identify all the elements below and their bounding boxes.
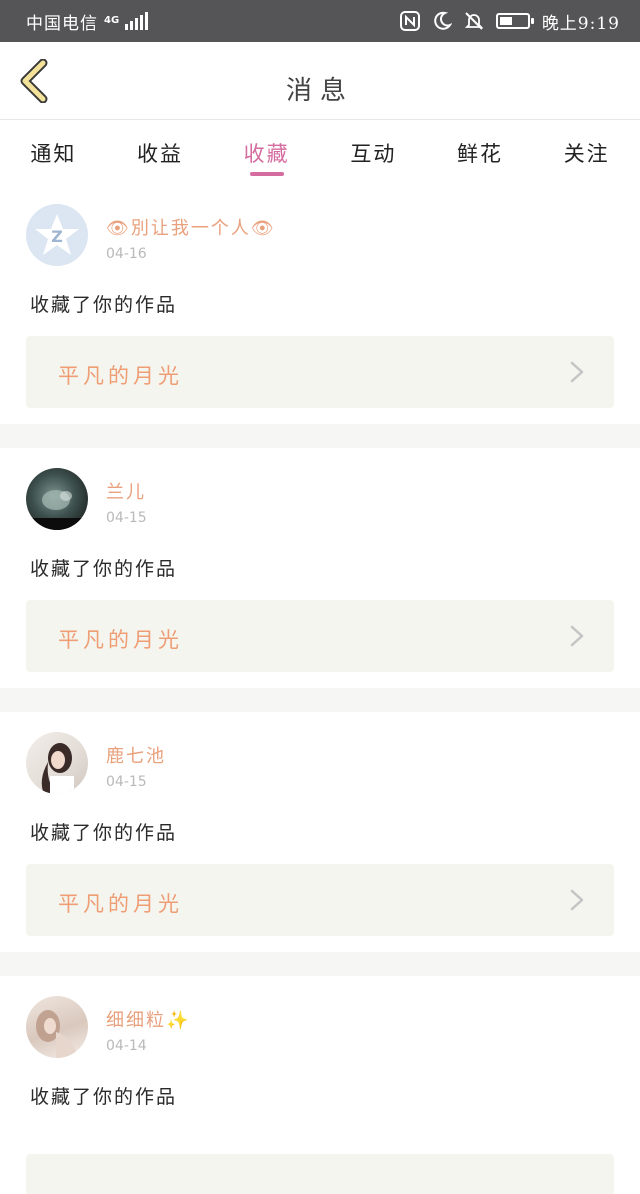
tab-bar: 通知 收益 收藏 互动 鲜花 关注 bbox=[0, 122, 640, 182]
work-link[interactable]: 平凡的月光 bbox=[26, 600, 614, 672]
header: 消息 bbox=[0, 42, 640, 120]
tab-label: 鲜花 bbox=[457, 142, 504, 166]
action-text: 收藏了你的作品 bbox=[30, 1086, 178, 1108]
chevron-right-icon bbox=[570, 889, 584, 911]
divider bbox=[0, 688, 640, 712]
carrier-label: 中国电信 bbox=[26, 13, 98, 34]
divider bbox=[0, 952, 640, 976]
avatar[interactable] bbox=[26, 996, 88, 1058]
divider bbox=[0, 424, 640, 448]
network-type: 4G bbox=[104, 15, 120, 26]
timestamp: 04-14 bbox=[106, 1038, 147, 1054]
tab-favorites[interactable]: 收藏 bbox=[213, 122, 320, 182]
status-bar: 中国电信 4G 晚上9:19 bbox=[0, 0, 640, 42]
tab-earnings[interactable]: 收益 bbox=[107, 122, 214, 182]
avatar[interactable] bbox=[26, 468, 88, 530]
active-tab-indicator bbox=[249, 172, 284, 176]
work-title: 平凡的月光 bbox=[58, 364, 183, 388]
tab-interactions[interactable]: 互动 bbox=[320, 122, 427, 182]
message-card: 鹿七池 04-15 收藏了你的作品 平凡的月光 bbox=[0, 712, 640, 952]
tab-label: 收益 bbox=[137, 142, 183, 166]
tab-following[interactable]: 关注 bbox=[533, 122, 640, 182]
chevron-right-icon bbox=[570, 361, 584, 383]
message-card: 细细粒✨ 04-14 收藏了你的作品 bbox=[0, 976, 640, 1194]
clock: 晚上9:19 bbox=[541, 13, 620, 34]
moon-icon bbox=[434, 11, 452, 30]
action-text: 收藏了你的作品 bbox=[30, 558, 178, 580]
tab-notifications[interactable]: 通知 bbox=[0, 122, 107, 182]
chevron-right-icon bbox=[570, 625, 584, 647]
work-title: 平凡的月光 bbox=[58, 892, 183, 916]
photo-avatar-icon bbox=[41, 743, 74, 794]
avatar[interactable] bbox=[26, 732, 88, 794]
action-text: 收藏了你的作品 bbox=[30, 822, 178, 844]
qq-default-avatar-icon: Z bbox=[26, 204, 88, 266]
timestamp: 04-15 bbox=[106, 774, 147, 790]
avatar[interactable]: Z bbox=[26, 204, 88, 266]
message-card: Z 👁別让我一个人👁 04-16 收藏了你的作品 平凡的月光 bbox=[0, 184, 640, 424]
username[interactable]: 兰儿 bbox=[106, 478, 146, 504]
tab-label: 互动 bbox=[350, 142, 397, 166]
photo-avatar-icon bbox=[26, 490, 88, 530]
nfc-icon bbox=[399, 11, 420, 31]
username[interactable]: 细细粒✨ bbox=[106, 1006, 190, 1032]
page-title: 消息 bbox=[285, 76, 354, 106]
svg-text:Z: Z bbox=[51, 227, 63, 246]
tab-label: 通知 bbox=[30, 142, 77, 166]
bell-off-icon bbox=[464, 12, 483, 30]
work-link[interactable]: 平凡的月光 bbox=[26, 336, 614, 408]
battery-icon bbox=[495, 13, 534, 29]
tab-label: 关注 bbox=[563, 142, 610, 166]
message-list: Z 👁別让我一个人👁 04-16 收藏了你的作品 平凡的月光 兰儿 04-15 … bbox=[0, 184, 640, 1194]
timestamp: 04-15 bbox=[106, 510, 147, 526]
message-card: 兰儿 04-15 收藏了你的作品 平凡的月光 bbox=[0, 448, 640, 688]
timestamp: 04-16 bbox=[106, 246, 147, 262]
work-title: 平凡的月光 bbox=[58, 628, 183, 652]
work-link[interactable] bbox=[26, 1154, 614, 1194]
work-link[interactable]: 平凡的月光 bbox=[26, 864, 614, 936]
signal-icon bbox=[125, 12, 149, 30]
tab-flowers[interactable]: 鲜花 bbox=[427, 122, 534, 182]
username[interactable]: 鹿七池 bbox=[106, 742, 166, 768]
tab-label: 收藏 bbox=[243, 142, 290, 166]
action-text: 收藏了你的作品 bbox=[30, 294, 178, 316]
photo-avatar-icon bbox=[36, 1010, 78, 1058]
username[interactable]: 👁別让我一个人👁 bbox=[106, 214, 276, 240]
